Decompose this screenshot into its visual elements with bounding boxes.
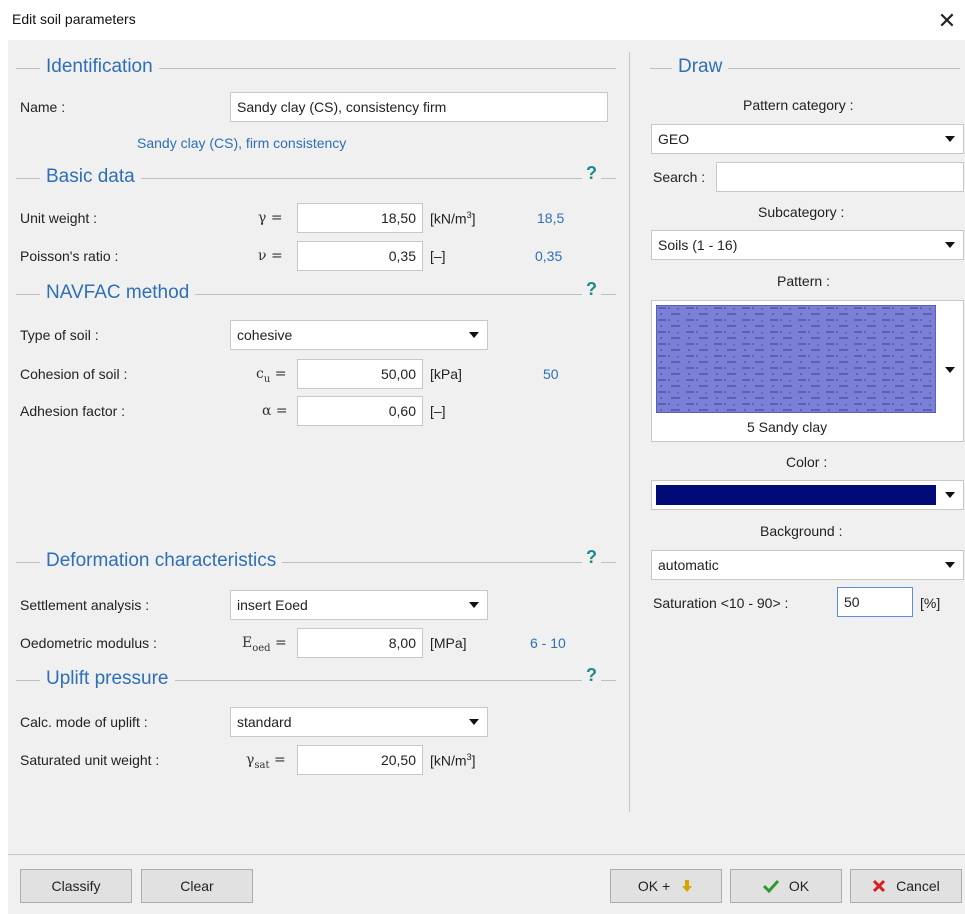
- background-select[interactable]: automatic: [651, 550, 964, 580]
- cohesion-unit: [kPa]: [430, 366, 462, 382]
- name-hint: Sandy clay (CS), firm consistency: [137, 135, 347, 151]
- adhesion-unit: [–]: [430, 403, 446, 419]
- ok-label: OK: [788, 878, 810, 894]
- poisson-input[interactable]: 0,35: [297, 241, 423, 271]
- saturation-unit: [%]: [920, 595, 941, 611]
- oedometric-hint: 6 - 10: [530, 635, 566, 651]
- search-input[interactable]: [716, 162, 964, 192]
- ok-plus-button[interactable]: OK +: [610, 869, 722, 903]
- subcategory-value: Soils (1 - 16): [658, 237, 738, 253]
- background-value: automatic: [658, 557, 719, 573]
- cancel-label: Cancel: [896, 878, 940, 894]
- oedometric-unit: [MPa]: [430, 635, 467, 651]
- chevron-down-icon: [469, 332, 479, 338]
- color-label: Color :: [786, 454, 828, 470]
- section-title-draw: Draw: [672, 56, 729, 78]
- type-of-soil-select[interactable]: cohesive: [230, 320, 488, 350]
- pattern-name: 5 Sandy clay: [747, 419, 828, 435]
- ok-button[interactable]: OK: [730, 869, 842, 903]
- pattern-label: Pattern :: [777, 273, 830, 289]
- oedometric-symbol: Eoed =: [242, 635, 287, 654]
- saturation-label: Saturation <10 - 90> :: [653, 595, 789, 611]
- chevron-down-icon: [945, 367, 955, 373]
- cohesion-label: Cohesion of soil :: [20, 366, 128, 382]
- chevron-down-icon: [469, 602, 479, 608]
- poisson-symbol: ν =: [258, 248, 283, 264]
- subcategory-select[interactable]: Soils (1 - 16): [651, 230, 964, 260]
- clear-button[interactable]: Clear: [141, 869, 253, 903]
- classify-button[interactable]: Classify: [20, 869, 132, 903]
- unit-weight-input[interactable]: 18,50: [297, 203, 423, 233]
- section-title-uplift: Uplift pressure: [40, 668, 175, 690]
- section-title-identification: Identification: [40, 56, 159, 78]
- column-divider: [629, 52, 630, 812]
- poisson-unit: [–]: [430, 248, 446, 264]
- section-title-deformation: Deformation characteristics: [40, 550, 283, 572]
- adhesion-label: Adhesion factor :: [20, 403, 126, 419]
- chevron-down-icon: [945, 136, 955, 142]
- name-input[interactable]: Sandy clay (CS), consistency firm: [230, 92, 608, 122]
- help-navfac-icon[interactable]: ?: [582, 279, 601, 300]
- section-title-basic-data: Basic data: [40, 166, 141, 188]
- unit-weight-symbol: γ =: [258, 210, 283, 226]
- button-bar-separator: [8, 854, 965, 855]
- settlement-select[interactable]: insert Eoed: [230, 590, 488, 620]
- saturated-label: Saturated unit weight :: [20, 752, 160, 768]
- adhesion-symbol: α =: [262, 403, 288, 419]
- saturated-input[interactable]: 20,50: [297, 745, 423, 775]
- x-mark-icon: [873, 879, 886, 893]
- oedometric-input[interactable]: 8,00: [297, 628, 423, 658]
- pattern-select[interactable]: 5 Sandy clay: [651, 300, 964, 442]
- help-basic-data-icon[interactable]: ?: [582, 163, 601, 184]
- search-label: Search :: [653, 169, 706, 185]
- settlement-value: insert Eoed: [237, 597, 308, 613]
- cohesion-input[interactable]: 50,00: [297, 359, 423, 389]
- calc-mode-label: Calc. mode of uplift :: [20, 714, 148, 730]
- title-bar: Edit soil parameters ✕: [0, 0, 965, 40]
- help-uplift-icon[interactable]: ?: [582, 665, 601, 686]
- ok-plus-label: OK +: [637, 878, 671, 894]
- chevron-down-icon: [945, 492, 955, 498]
- color-swatch: [656, 485, 936, 505]
- sandy-clay-pattern-swatch: [656, 305, 936, 413]
- chevron-down-icon: [945, 562, 955, 568]
- calc-mode-value: standard: [237, 714, 292, 730]
- subcategory-label: Subcategory :: [758, 204, 845, 220]
- section-title-navfac: NAVFAC method: [40, 282, 196, 304]
- down-arrow-icon: [682, 880, 693, 892]
- cancel-button[interactable]: Cancel: [850, 869, 962, 903]
- color-select[interactable]: [651, 480, 964, 510]
- oedometric-label: Oedometric modulus :: [20, 635, 157, 651]
- close-icon[interactable]: ✕: [930, 4, 964, 38]
- saturated-unit: [kN/m3]: [430, 752, 476, 769]
- cohesion-hint: 50: [543, 366, 559, 382]
- pattern-category-value: GEO: [658, 131, 690, 147]
- dialog-body: Identification Name : Sandy clay (CS), c…: [8, 40, 965, 914]
- pattern-category-label: Pattern category :: [743, 97, 854, 113]
- name-label: Name :: [20, 99, 66, 115]
- cohesion-symbol: cu =: [256, 366, 287, 385]
- type-of-soil-value: cohesive: [237, 327, 293, 343]
- pattern-category-select[interactable]: GEO: [651, 124, 964, 154]
- background-label: Background :: [760, 523, 843, 539]
- calc-mode-select[interactable]: standard: [230, 707, 488, 737]
- adhesion-input[interactable]: 0,60: [297, 396, 423, 426]
- unit-weight-hint: 18,5: [537, 210, 565, 226]
- chevron-down-icon: [945, 242, 955, 248]
- settlement-label: Settlement analysis :: [20, 597, 150, 613]
- poisson-hint: 0,35: [535, 248, 563, 264]
- saturation-input[interactable]: 50: [837, 587, 913, 617]
- checkmark-icon: [762, 879, 780, 894]
- unit-weight-unit: [kN/m3]: [430, 210, 476, 227]
- saturated-symbol: γsat =: [246, 752, 286, 771]
- unit-weight-label: Unit weight :: [20, 210, 98, 226]
- window-title: Edit soil parameters: [12, 11, 136, 27]
- help-deformation-icon[interactable]: ?: [582, 547, 601, 568]
- type-of-soil-label: Type of soil :: [20, 327, 99, 343]
- chevron-down-icon: [469, 719, 479, 725]
- poisson-label: Poisson's ratio :: [20, 248, 119, 264]
